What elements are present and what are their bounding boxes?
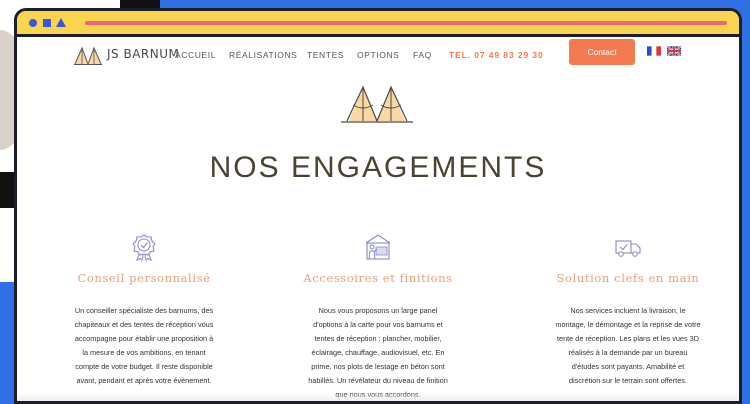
square-icon — [43, 19, 51, 27]
description-line: avant, pendant et après votre évènement. — [76, 376, 212, 385]
nav-item-options[interactable]: OPTIONS — [357, 50, 399, 60]
description-line: accompagne pour établir une proposition … — [74, 334, 214, 343]
badge-check-icon — [132, 234, 156, 261]
description-line: Nous vous proposons un large panel — [318, 306, 438, 315]
description-line: Nos services incluent la livraison, le — [570, 306, 686, 315]
address-bar[interactable] — [85, 21, 727, 25]
description-line: éclairage, chauffage, audiovisuel, etc. … — [311, 348, 445, 357]
browser-window: JS BARNUM ACCUEIL RÉALISATIONS TENTES OP… — [14, 8, 742, 404]
delivery-truck-icon — [615, 240, 641, 257]
contact-button[interactable]: Contact — [569, 39, 635, 65]
description-line: d'études sont payants. Amabilité et — [571, 362, 685, 371]
description-line: tente de réception. Les plans et les vue… — [557, 334, 699, 343]
description-line: tentes de réception : plancher, mobilier… — [314, 334, 442, 343]
feature-description: Nous vous proposons un large panel d'opt… — [268, 304, 488, 401]
description-line: réalisés à la demande par un bureau — [568, 348, 688, 357]
description-line: montage, le démontage et la reprise de v… — [555, 320, 701, 329]
uk-flag-icon[interactable] — [667, 46, 681, 56]
description-line: d'options à la carte pour vos barnums et — [313, 320, 443, 329]
tent-logo-icon — [74, 46, 102, 66]
description-line: la mesure de vos ambitions, en tenant — [82, 348, 206, 357]
feature-card: Conseil personnalisé Un conseiller spéci… — [34, 233, 254, 388]
feature-card: Solution clefs en main Nos services incl… — [518, 233, 738, 388]
feature-description: Un conseiller spécialiste des barnums, d… — [34, 304, 254, 388]
fr-flag-icon[interactable] — [647, 46, 661, 56]
triangle-icon — [56, 18, 66, 27]
feature-card: Accessoires et finitions Nous vous propo… — [268, 233, 488, 401]
nav-item-realisations[interactable]: RÉALISATIONS — [229, 50, 297, 60]
window-titlebar — [17, 11, 739, 37]
description-line: compte de votre budget. Il reste disponi… — [75, 362, 213, 371]
circle-icon — [29, 19, 37, 27]
tents-icon — [341, 85, 413, 123]
brand-logo[interactable]: JS BARNUM — [73, 40, 179, 68]
feature-title: Accessoires et finitions — [303, 271, 453, 285]
nav-item-accueil[interactable]: ACCUEIL — [175, 50, 216, 60]
section-title: NOS ENGAGEMENTS — [209, 151, 547, 184]
tent-workshop-icon — [365, 234, 391, 260]
feature-title: Solution clefs en main — [556, 271, 700, 285]
description-line: prime, nos plots de lestage en béton son… — [311, 362, 445, 371]
nav-item-tentes[interactable]: TENTES — [307, 50, 344, 60]
description-line: discrétion sur le terrain sont offertes. — [569, 376, 687, 385]
description-line: chapiteaux et des tentes de réception vo… — [74, 320, 214, 329]
description-line: habillés. Un révélateur du niveau de fin… — [308, 376, 448, 385]
feature-description: Nos services incluent la livraison, le m… — [518, 304, 738, 388]
main-nav: JS BARNUM ACCUEIL RÉALISATIONS TENTES OP… — [17, 37, 739, 75]
nav-item-faq[interactable]: FAQ — [413, 50, 432, 60]
bottom-edge — [17, 393, 739, 401]
description-line: Un conseiller spécialiste des barnums, d… — [74, 306, 214, 315]
feature-title: Conseil personnalisé — [77, 271, 211, 285]
brand-name: JS BARNUM — [107, 47, 180, 61]
phone-link[interactable]: TEL. 07 49 83 29 30 — [449, 50, 544, 60]
